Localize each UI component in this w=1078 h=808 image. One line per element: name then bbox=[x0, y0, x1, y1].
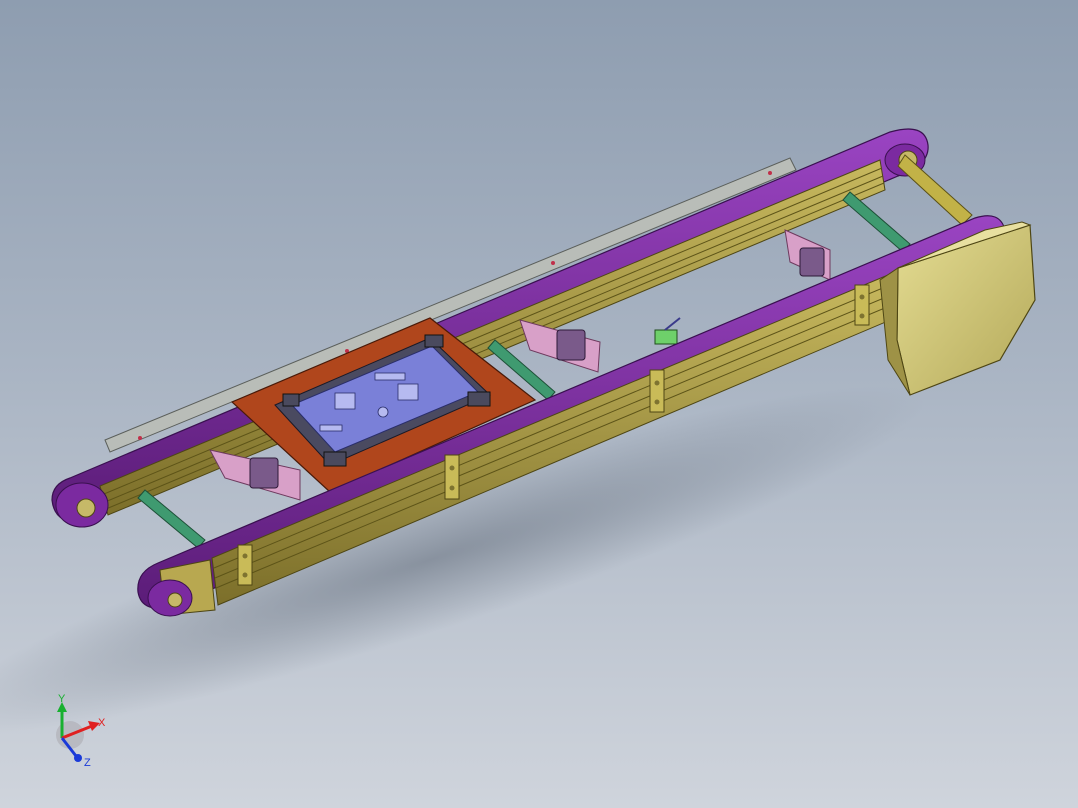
y-axis-label: Y bbox=[58, 693, 66, 705]
sensor-module bbox=[654, 317, 681, 345]
back-left-pulley bbox=[55, 482, 109, 528]
x-axis-label: X bbox=[98, 717, 106, 729]
cad-viewport[interactable]: Y X Z bbox=[0, 0, 1078, 808]
z-axis-label: Z bbox=[84, 757, 91, 769]
conveyor-assembly-model[interactable] bbox=[0, 0, 1078, 808]
drive-shaft bbox=[897, 154, 973, 226]
front-left-pulley bbox=[147, 579, 193, 617]
coordinate-triad: Y X Z bbox=[40, 690, 120, 780]
